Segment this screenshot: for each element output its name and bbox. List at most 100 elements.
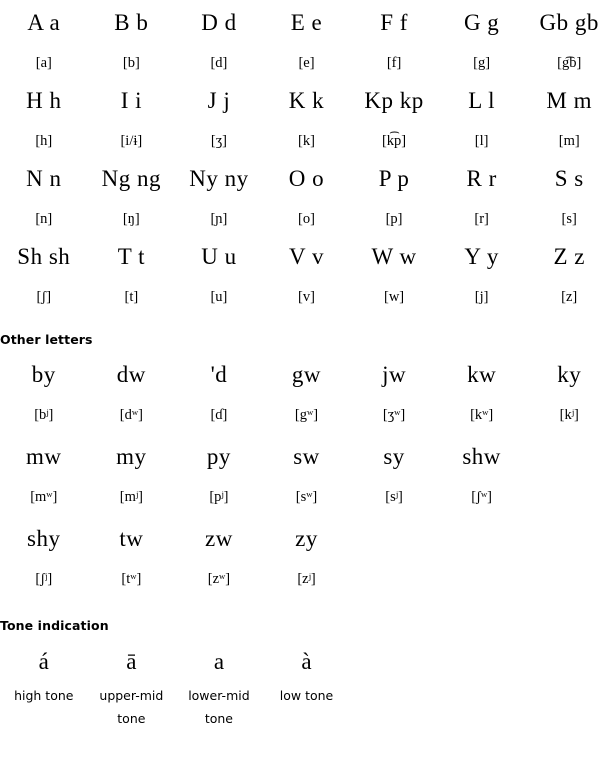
letter-row: Sh sh T t U u V v W w Y y Z z [0,240,613,274]
ipa-cell: [b] [122,55,140,71]
letter-cell: I i [120,88,142,113]
ipa-row: [a] [b] [d] [e] [f] [g] [g͡b] [0,48,613,78]
ipa-cell [438,564,526,594]
letter-cell: ky [557,362,582,387]
letter-cell: shy [27,526,61,551]
letter-cell: E e [290,10,323,35]
letter-cell: V v [289,244,324,269]
letter-cell: N n [26,166,62,191]
ipa-cell: [ŋ] [122,211,140,227]
ipa-cell: [gʷ] [294,407,319,423]
ipa-cell: [v] [298,289,315,305]
ipa-cell: [mʷ] [30,489,58,505]
letter-cell [525,522,613,556]
other-row-group: mw my py sw sy shw [mʷ] [mʲ] [pʲ] [sʷ] [… [0,440,613,512]
ipa-cell: [s] [561,211,577,227]
letter-cell: 'd [210,362,228,387]
ipa-cell: [j] [474,289,489,305]
other-row-group: by dw 'd gw jw kw ky [bʲ] [dʷ] [ɗ] [gʷ] … [0,358,613,430]
ipa-cell [525,482,613,512]
ipa-cell: [ɲ] [210,211,228,227]
letter-cell: Sh sh [17,244,71,269]
letter-cell: T t [117,244,145,269]
ipa-cell: [w] [383,289,405,305]
tone-label: lower-mid tone [188,688,250,726]
tone-label: low tone [279,688,334,703]
ipa-cell: [g͡b] [557,55,582,71]
ipa-cell: [t] [124,289,139,305]
letter-cell: F f [380,10,408,35]
tone-mark [525,646,613,678]
ipa-cell: [ʒʷ] [382,407,406,423]
letter-row: N n Ng ng Ny ny O o P p R r S s [0,162,613,196]
ipa-cell: [n] [35,211,53,227]
letter-cell: jw [382,362,407,387]
letter-cell: M m [546,88,592,113]
ipa-cell: [zʷ] [207,571,231,587]
letter-cell: W w [371,244,417,269]
letter-cell: sw [293,444,320,469]
ipa-cell: [kʲ] [559,407,579,423]
letter-cell: O o [288,166,325,191]
ipa-row: [bʲ] [dʷ] [ɗ] [gʷ] [ʒʷ] [kʷ] [kʲ] [0,400,613,430]
ipa-cell: [kʷ] [470,407,494,423]
letter-cell: Z z [553,244,585,269]
ipa-cell: [d] [210,55,228,71]
ipa-cell: [pʲ] [209,489,229,505]
tone-label: upper-mid tone [99,688,164,726]
letter-cell: Ng ng [101,166,162,191]
tone-mark: à [301,649,312,674]
letter-cell [350,522,438,556]
alphabet-row-group: Sh sh T t U u V v W w Y y Z z [ʃ] [t] [u… [0,240,613,312]
ipa-cell: [h] [35,133,53,149]
ipa-cell: [l] [474,133,489,149]
ipa-cell: [sʷ] [295,489,318,505]
ipa-cell: [tʷ] [121,571,142,587]
ipa-row: [ʃ] [t] [u] [v] [w] [j] [z] [0,282,613,312]
alphabet-chart: A a B b D d E e F f G g Gb gb [a] [b] [d… [0,6,613,730]
other-row-group: shy tw zw zy [ʃʲ] [tʷ] [zʷ] [zʲ] [0,522,613,594]
ipa-cell: [mʲ] [119,489,143,505]
ipa-cell: [sʲ] [385,489,403,505]
ipa-cell: [g] [473,55,491,71]
tone-indication-section: á ā a à high tone upper-mid tone lower-m… [0,646,613,730]
letter-cell: kw [467,362,497,387]
ipa-cell: [k] [298,133,315,149]
tone-indication-heading: Tone indication [0,618,109,633]
ipa-cell: [e] [298,55,315,71]
letter-cell: Gb gb [539,10,599,35]
other-letters-section: by dw 'd gw jw kw ky [bʲ] [dʷ] [ɗ] [gʷ] … [0,358,613,594]
ipa-cell: [o] [298,211,315,227]
ipa-cell: [z] [561,289,578,305]
tone-mark: ā [126,649,137,674]
ipa-cell: [dʷ] [119,407,143,423]
letter-row: mw my py sw sy shw [0,440,613,474]
letter-cell: shw [462,444,501,469]
letter-cell: py [206,444,231,469]
ipa-cell: [r] [474,211,489,227]
letter-cell: dw [116,362,146,387]
alphabet-row-group: N n Ng ng Ny ny O o P p R r S s [n] [ŋ] … [0,162,613,234]
other-letters-heading: Other letters [0,332,93,347]
letter-cell: gw [291,362,322,387]
letter-row: A a B b D d E e F f G g Gb gb [0,6,613,40]
ipa-row: [n] [ŋ] [ɲ] [o] [p] [r] [s] [0,204,613,234]
alphabet-row-group: A a B b D d E e F f G g Gb gb [a] [b] [d… [0,6,613,78]
ipa-cell: [ʃ] [36,289,52,305]
tone-mark: a [213,649,225,674]
ipa-row: [ʃʲ] [tʷ] [zʷ] [zʲ] [0,564,613,594]
letter-cell: R r [466,166,497,191]
ipa-cell: [ɗ] [210,407,228,423]
letter-cell: B b [114,10,149,35]
letter-cell: P p [378,166,410,191]
alphabet-row-group: H h I i J j K k Kp kp L l M m [h] [i/ɨ] … [0,84,613,156]
letter-cell: by [31,362,56,387]
ipa-cell: [p] [385,211,403,227]
letter-cell: Kp kp [364,88,424,113]
ipa-cell: [k͡p] [381,133,407,149]
letter-cell: my [116,444,147,469]
letter-cell: U u [201,244,237,269]
letter-cell: A a [27,10,61,35]
letter-cell: H h [26,88,62,113]
tone-labels-row: high tone upper-mid tone lower-mid tone … [0,684,613,730]
